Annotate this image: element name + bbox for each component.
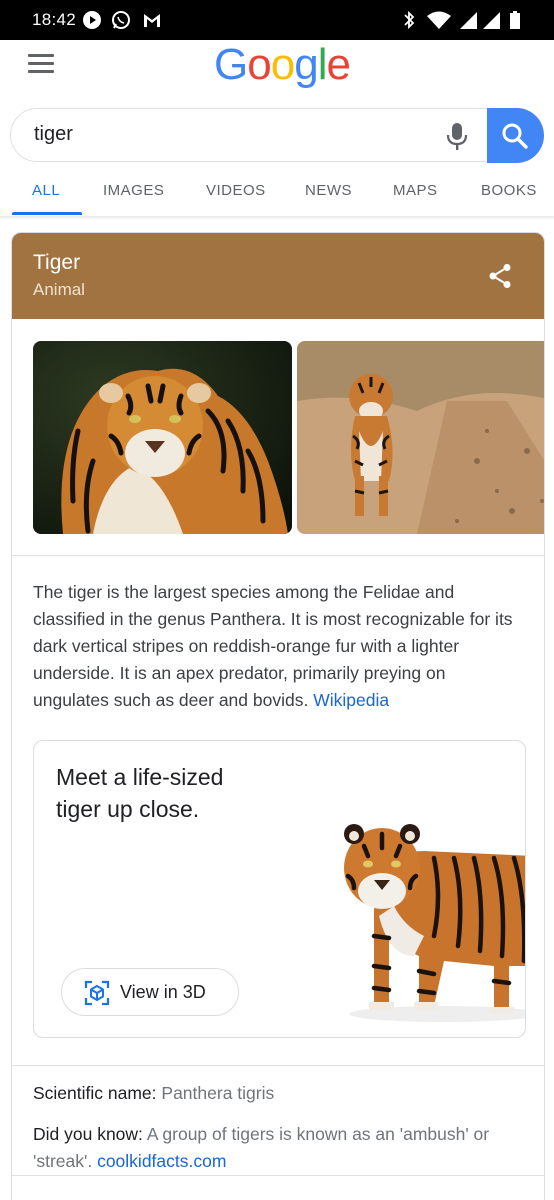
wifi-icon	[427, 11, 451, 29]
fact-source-link[interactable]: coolkidfacts.com	[97, 1151, 226, 1171]
signal-icon	[483, 12, 500, 29]
bluetooth-icon	[404, 10, 415, 30]
section-divider	[12, 555, 544, 556]
fact-did-you-know: Did you know: A group of tigers is known…	[33, 1121, 533, 1175]
view-in-3d-label: View in 3D	[120, 982, 206, 1002]
tab-news[interactable]: NEWS	[305, 182, 352, 199]
play-icon	[83, 11, 101, 29]
active-tab-indicator	[12, 212, 82, 215]
logo-letter: g	[294, 40, 319, 89]
tiger-3d-model-image[interactable]	[334, 796, 526, 1026]
logo-letter: G	[214, 40, 248, 89]
search-bar	[10, 108, 544, 163]
section-divider	[12, 1175, 544, 1176]
menu-icon[interactable]	[28, 54, 54, 74]
tab-maps[interactable]: MAPS	[393, 182, 438, 199]
logo-letter: l	[317, 40, 328, 89]
status-bar: 18:42	[0, 0, 554, 40]
tiger-image-closeup[interactable]	[33, 341, 292, 534]
tabs-divider	[0, 216, 554, 220]
knowledge-panel-header: Tiger Animal	[12, 233, 544, 319]
fact-label: Did you know:	[33, 1124, 143, 1144]
share-icon[interactable]	[488, 263, 512, 289]
knowledge-panel: Tiger Animal The tiger is the largest sp…	[11, 232, 545, 1200]
status-time: 18:42	[32, 10, 77, 29]
whatsapp-icon	[112, 11, 130, 29]
ar-cube-icon	[84, 980, 110, 1006]
logo-letter: e	[326, 40, 351, 89]
entity-subtitle: Animal	[33, 280, 85, 299]
search-tabs: ALL IMAGES VIDEOS NEWS MAPS BOOKS	[0, 170, 554, 216]
view-in-3d-card[interactable]: Meet a life-sized tiger up close. View i…	[33, 740, 526, 1038]
battery-icon	[510, 11, 520, 29]
logo-letter: o	[247, 40, 272, 89]
tab-books[interactable]: BOOKS	[481, 182, 537, 199]
tiger-image-walking[interactable]	[297, 341, 544, 534]
signal-icon	[460, 12, 477, 29]
tab-all[interactable]: ALL	[32, 182, 60, 199]
microphone-icon[interactable]	[445, 121, 469, 151]
logo-letter: o	[270, 40, 296, 89]
search-icon	[502, 123, 528, 149]
entity-description: The tiger is the largest species among t…	[33, 579, 523, 714]
fact-value[interactable]: Panthera tigris	[161, 1083, 274, 1103]
entity-title[interactable]: Tiger	[33, 251, 80, 275]
wikipedia-link[interactable]: Wikipedia	[313, 690, 389, 710]
google-logo[interactable]: Google	[214, 40, 351, 90]
view-in-3d-button[interactable]: View in 3D	[61, 968, 239, 1016]
search-input[interactable]	[34, 123, 414, 146]
tab-videos[interactable]: VIDEOS	[206, 182, 266, 199]
ar-card-title: Meet a life-sized tiger up close.	[56, 764, 224, 822]
section-divider	[12, 1065, 544, 1066]
fact-scientific-name: Scientific name: Panthera tigris	[33, 1080, 533, 1107]
search-button[interactable]	[487, 108, 544, 163]
description-text: The tiger is the largest species among t…	[33, 582, 513, 710]
tab-images[interactable]: IMAGES	[103, 182, 164, 199]
gmail-icon	[144, 14, 160, 27]
fact-label[interactable]: Scientific name:	[33, 1083, 157, 1103]
